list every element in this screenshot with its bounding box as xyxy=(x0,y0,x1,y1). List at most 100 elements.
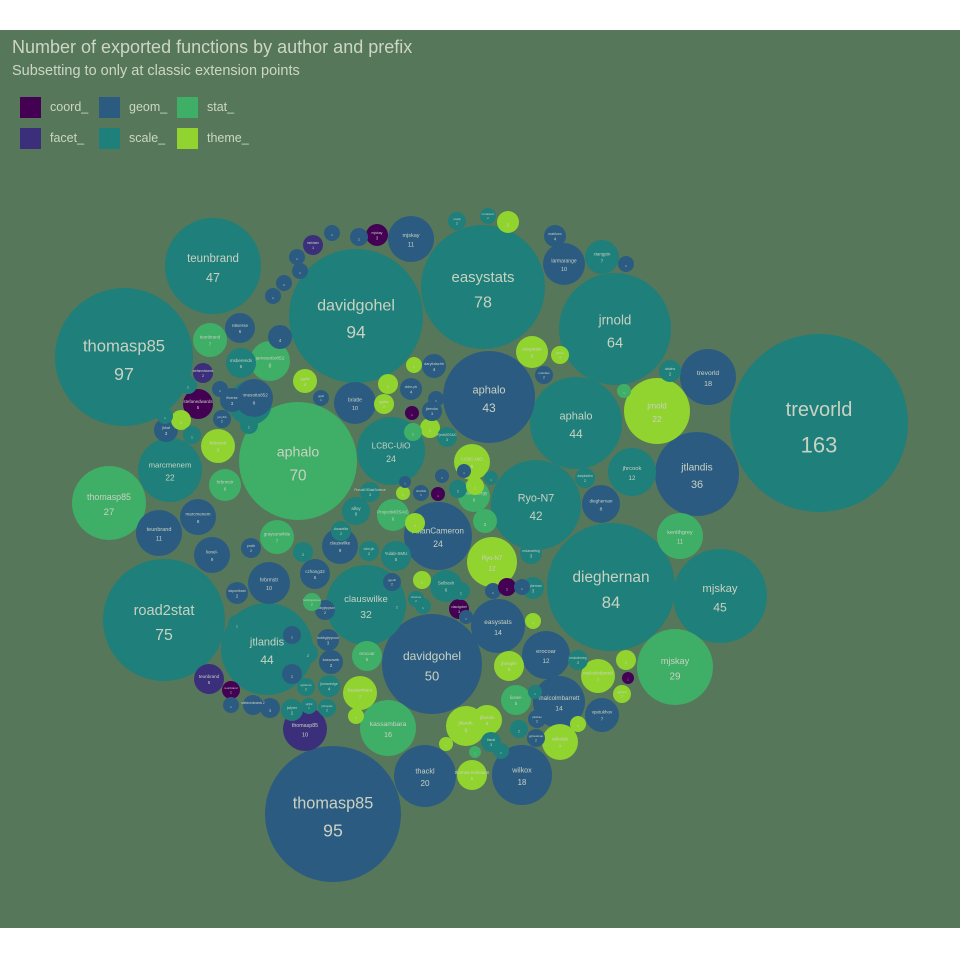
bubble-label-vpetukhov: vpetukhov xyxy=(592,710,613,715)
bubble-value-dieghernan: 8 xyxy=(600,506,603,512)
bubble-value-aphalo: 70 xyxy=(289,467,306,484)
bubble-value-lcbc-uio: 8 xyxy=(471,464,474,469)
bubble-label-lcbc-uio: LCBC-UiO xyxy=(461,457,483,462)
small-bubble-thackl xyxy=(481,732,501,752)
bubble-label-hrbrmstr: hrbrmstr xyxy=(210,441,227,446)
bubble-value-davidgohel: 94 xyxy=(346,322,366,342)
bubble-label-thomasp85: thomasp85 xyxy=(83,336,165,355)
bubble-vpetukhov-geom xyxy=(585,698,619,732)
small-bubble-label: ggthem xyxy=(617,690,627,694)
small-bubble-label: jhkaf xyxy=(161,426,171,430)
small-bubble-value: 1 xyxy=(421,581,423,585)
small-bubble-value: 4 xyxy=(433,367,436,372)
bubble-label-hrbrmstr: hrbrmstr xyxy=(260,577,279,583)
bubble-label-jamesotto852: jamesotto852 xyxy=(239,392,268,397)
bubble-label-easystats: easystats xyxy=(452,270,515,286)
bubble-label-mjskay: mjskay xyxy=(661,656,690,666)
small-bubble-mdnlaen xyxy=(303,235,323,255)
small-bubble-value: 2 xyxy=(221,420,223,424)
bubble-value-mjskay: 45 xyxy=(713,601,727,615)
bubble-label-aphalo: aphalo xyxy=(559,410,592,422)
bubble-dieghernan-scale xyxy=(547,523,675,651)
small-bubble-value: 1 xyxy=(191,436,193,440)
small-bubble-value: 4 xyxy=(279,338,282,343)
small-bubble-value: 2 xyxy=(291,675,293,679)
bubble-value-clauswilke: 32 xyxy=(360,610,372,621)
small-bubble-unlabeled xyxy=(405,513,425,533)
bubble-label-wilkox: wilkox xyxy=(511,766,532,775)
bubble-value-davidgohel: 50 xyxy=(425,669,439,684)
small-bubble-ggdisc xyxy=(374,394,394,414)
small-bubble-value: 3 xyxy=(559,356,561,360)
small-bubble-value: 1 xyxy=(460,592,462,596)
bubble-label-road2stat: road2stat xyxy=(134,603,195,619)
bubble-value-jamesotto852: 8 xyxy=(269,364,272,370)
bubble-label-thomasp85: thomasp85 xyxy=(293,795,374,813)
bubble-label-ryo-n7: Ryo-N7 xyxy=(518,492,555,504)
bubble-value-kenithgrey: 11 xyxy=(677,540,684,546)
bubble-easystats-theme xyxy=(516,336,548,368)
small-bubble-label: sgloboco xyxy=(300,683,312,687)
bubble-value-aphalo: 43 xyxy=(482,401,496,415)
small-bubble-value: 1 xyxy=(474,487,476,491)
bubble-value-easystats: 14 xyxy=(494,630,502,637)
small-bubble-value: 2 xyxy=(250,549,252,553)
bubble-label-teunbrand: teunbrand xyxy=(200,335,221,340)
small-bubble-stefanedwards xyxy=(193,363,213,383)
small-bubble-unlabeled xyxy=(622,672,634,684)
bubble-value-thackl: 20 xyxy=(420,779,430,788)
bubble-label-thackl: thackl xyxy=(415,767,435,776)
bubble-label-lionel: lionel- xyxy=(510,695,523,700)
small-bubble-value: 1 xyxy=(187,386,189,390)
small-bubble-label: mjskay xyxy=(372,231,383,235)
bubble-kassambara-stat xyxy=(360,700,416,756)
small-bubble-value: 3 xyxy=(446,438,448,442)
bubble-marcmenem-geom xyxy=(180,499,216,535)
bubble-trevorld-geom xyxy=(680,349,736,405)
small-bubble-value: 2 xyxy=(484,522,487,527)
bubble-aphalo-geom xyxy=(443,351,535,443)
bubble-trevorld-scale xyxy=(730,334,908,512)
small-bubble-label: cidm-ph xyxy=(405,385,418,389)
small-bubble-value: 2 xyxy=(391,583,393,587)
bubble-label-stefanedwards: stefanedwards xyxy=(183,399,213,404)
small-bubble-value: 2 xyxy=(456,222,458,226)
bubble-value-allancameron: 24 xyxy=(433,539,443,549)
bubble-value-thomasp85: 10 xyxy=(302,732,308,738)
small-bubble-label: ggdiv xyxy=(300,377,309,381)
bubble-label-thomasp85: thomasp85 xyxy=(292,723,318,729)
small-bubble-value: 2 xyxy=(535,739,537,743)
small-bubble-value: 2 xyxy=(326,709,328,713)
small-bubble-label: thackl xyxy=(487,738,496,742)
bubble-hrbrmstr-theme xyxy=(201,429,235,463)
small-bubble-value: 2 xyxy=(543,376,545,380)
small-bubble-label: ggheatmap xyxy=(529,734,544,738)
small-bubble-label: clauswilke xyxy=(334,527,349,531)
bubble-value-briatte: 10 xyxy=(352,406,358,412)
bubble-easystats-scale xyxy=(421,225,545,349)
bubble-teunbrand-scale xyxy=(165,218,261,314)
small-bubble-value: 3 xyxy=(458,610,460,614)
bubble-label-davidgohel: davidgohel xyxy=(317,297,395,315)
small-bubble-value: 2 xyxy=(621,695,623,699)
bubble-label-erocoar: erocoar xyxy=(536,649,556,655)
bubble-label-lcbc-uio: LCBC-UiO xyxy=(372,441,411,450)
small-bubble-value: 1 xyxy=(291,636,293,640)
small-bubble-unlabeled xyxy=(282,664,302,684)
bubble-label-trevorld: trevorld xyxy=(786,399,853,421)
small-bubble-value: 1 xyxy=(412,433,414,437)
small-bubble-label: noatly xyxy=(453,217,461,221)
bubble-easystats-geom xyxy=(471,599,525,653)
bubble-label-ryo-n7: Ryo-N7 xyxy=(482,556,503,562)
small-bubble-label: mdanarfsig xyxy=(522,549,539,553)
bubble-value-larmarange: 10 xyxy=(561,267,567,273)
bubble-label-easystats: easystats xyxy=(484,619,512,626)
bubble-projectmosaic-stat xyxy=(377,499,409,531)
small-bubble-label: ggdisc xyxy=(379,400,389,404)
bubble-value-easystats: 78 xyxy=(474,293,492,311)
bubble-label-marcmenem: marcmenem xyxy=(185,512,210,517)
small-bubble-value: 2 xyxy=(429,429,431,433)
bubble-xiangpin-scale xyxy=(585,240,619,274)
bubble-value-marcmenem: 22 xyxy=(165,473,175,483)
bubble-dieghernan-geom xyxy=(582,485,620,523)
